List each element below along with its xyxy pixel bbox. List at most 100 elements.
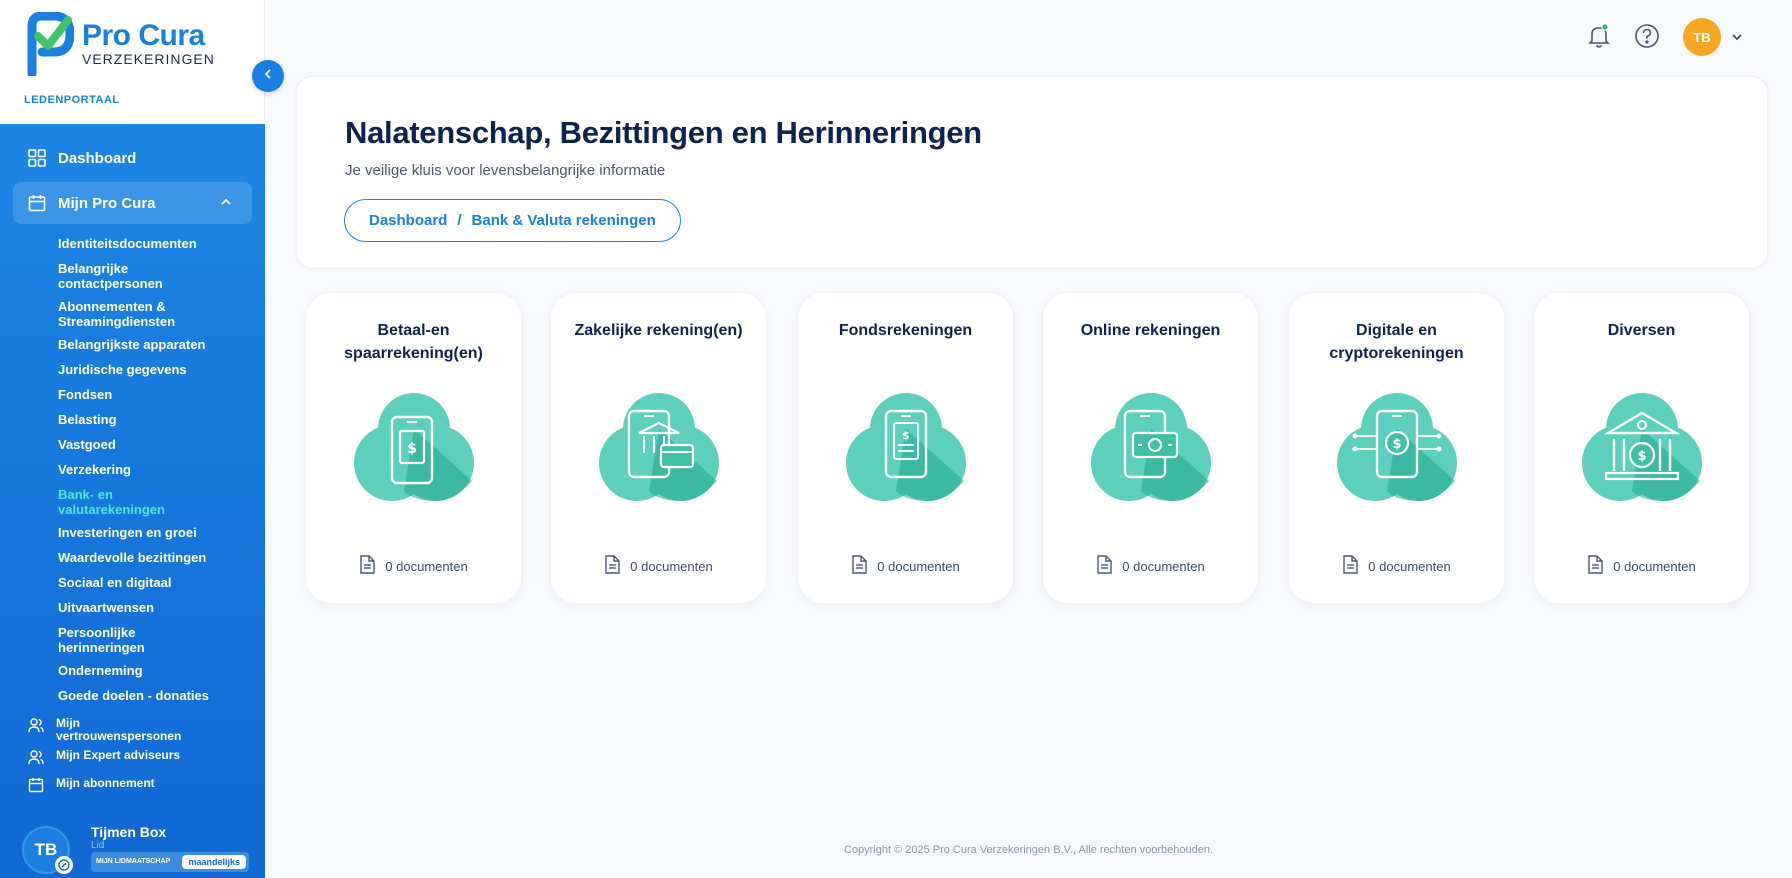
sidebar-item-belasting[interactable]: Belasting [58,408,265,433]
sidebar-sub-list: Identiteitsdocumenten Belangrijke contact… [0,232,265,709]
card-title: Online rekeningen [1080,322,1221,339]
card-document-count: 0 documenten [798,555,1013,577]
card-digitale-cryptorekeningen[interactable]: Digitale en cryptorekeningen $ 0 documen… [1288,292,1505,604]
users-icon [28,717,44,733]
document-icon [851,555,867,577]
sidebar-item-investeringen[interactable]: Investeringen en groei [58,521,265,546]
card-title: Betaal-en spaarrekening(en) [344,322,483,362]
card-fondsrekeningen[interactable]: Fondsrekeningen $ 0 documenten [797,292,1014,604]
portal-label: LEDENPORTAAL [24,94,120,106]
sidebar-item-abonnement[interactable]: Mijn abonnement [0,777,265,799]
card-document-count: 0 documenten [306,555,521,577]
sidebar-item-mijn-pro-cura[interactable]: Mijn Pro Cura [13,182,252,224]
card-document-count: 0 documenten [551,555,766,577]
calendar-icon [28,777,44,793]
logo-mark-icon [26,11,75,79]
sidebar-item-goede-doelen[interactable]: Goede doelen - donaties [58,684,265,709]
sidebar-header: Pro Cura VERZEKERINGEN LEDENPORTAAL [0,0,265,124]
bell-icon[interactable] [1585,22,1613,50]
document-count-label: 0 documenten [385,558,468,574]
card-document-count: 0 documenten [1043,555,1258,577]
sidebar-item-dashboard[interactable]: Dashboard [0,138,265,178]
user-panel[interactable]: TB Tijmen Box Lid MIJN LIDMAATSCHAP maan… [0,818,265,878]
page-title: Nalatenschap, Bezittingen en Herinnering… [345,115,982,150]
card-title: Diversen [1607,322,1676,339]
sidebar-nav: Dashboard Mijn Pro Cura Identiteitsdocum… [0,124,265,799]
document-count-label: 0 documenten [1122,558,1205,574]
svg-text:$: $ [1637,449,1646,464]
svg-text:$: $ [407,441,417,457]
user-role: Lid [91,840,105,851]
collapse-sidebar-button[interactable] [252,60,284,92]
card-title: Zakelijke rekening(en) [574,322,743,339]
sidebar-item-verzekering[interactable]: Verzekering [58,458,265,483]
topbar: TB [265,0,1792,74]
sidebar-item-vastgoed[interactable]: Vastgoed [58,433,265,458]
brand-subtitle: VERZEKERINGEN [82,51,215,67]
card-online-rekeningen[interactable]: Online rekeningen 0 documenten [1042,292,1259,604]
sidebar-item-fondsen[interactable]: Fondsen [58,383,265,408]
sidebar-item-persoonlijke-herinneringen[interactable]: Persoonlijke herinneringen [58,621,188,659]
phone-invoice-icon: $ [836,381,976,521]
sidebar-item-sociaal-digitaal[interactable]: Sociaal en digitaal [58,571,265,596]
chevron-down-icon[interactable] [1731,30,1743,48]
membership-badge: MIJN LIDMAATSCHAP maandelijks [91,852,249,872]
chevron-up-icon[interactable] [220,195,232,212]
breadcrumb-current[interactable]: Bank & Valuta rekeningen [472,212,656,229]
sidebar-item-bank-valutarekeningen[interactable]: Bank- en valutarekeningen [58,483,188,521]
phone-safe-icon: $ [344,381,484,521]
membership-label: MIJN LIDMAATSCHAP [96,858,171,865]
user-avatar-button[interactable]: TB [1683,18,1721,56]
page-header-card: Nalatenschap, Bezittingen en Herinnering… [296,76,1768,268]
category-cards: Betaal-en spaarrekening(en) $ 0 document… [305,292,1750,604]
calendar-icon [28,194,46,212]
phone-bank-card-icon [589,381,729,521]
sidebar-item-waardevolle-bezittingen[interactable]: Waardevolle bezittingen [58,546,265,571]
sidebar-item-label: Dashboard [58,149,137,167]
sidebar-item-apparaten[interactable]: Belangrijkste apparaten [58,333,265,358]
card-betaal-spaarrekening[interactable]: Betaal-en spaarrekening(en) $ 0 document… [305,292,522,604]
sidebar-item-label: Mijn Pro Cura [58,194,156,212]
page-subtitle: Je veilige kluis voor levensbelangrijke … [345,162,666,179]
card-document-count: 0 documenten [1289,555,1504,577]
bank-building-icon: $ [1572,381,1712,521]
card-title: Digitale en cryptorekeningen [1329,322,1464,362]
document-count-label: 0 documenten [630,558,713,574]
document-count-label: 0 documenten [877,558,960,574]
breadcrumb-dashboard[interactable]: Dashboard [369,212,447,229]
sidebar-item-contactpersonen[interactable]: Belangrijke contactpersonen [58,257,188,295]
sidebar-item-label: Mijn Expert adviseurs [56,748,181,762]
sidebar-item-identiteitsdocumenten[interactable]: Identiteitsdocumenten [58,232,265,257]
sidebar-item-abonnementen[interactable]: Abonnementen & Streamingdiensten [58,295,188,333]
document-count-label: 0 documenten [1613,558,1696,574]
sidebar-item-onderneming[interactable]: Onderneming [58,659,265,684]
sidebar-item-label: Mijn vertrouwenspersonen [56,716,182,743]
edit-icon[interactable] [55,856,73,874]
document-count-label: 0 documenten [1368,558,1451,574]
document-icon [1587,555,1603,577]
sidebar: Pro Cura VERZEKERINGEN LEDENPORTAAL Dash… [0,0,265,878]
sidebar-item-label: Mijn abonnement [56,776,155,790]
sidebar-item-uitvaartwensen[interactable]: Uitvaartwensen [58,596,265,621]
brand-title: Pro Cura [82,19,205,52]
breadcrumb-separator: / [457,212,462,229]
sidebar-item-vertrouwenspersonen[interactable]: Mijn vertrouwenspersonen [0,717,265,743]
card-diversen[interactable]: Diversen $ 0 documenten [1533,292,1750,604]
grid-icon [28,149,46,167]
document-icon [359,555,375,577]
card-title: Fondsrekeningen [838,322,973,339]
document-icon [1342,555,1358,577]
help-icon[interactable] [1633,22,1661,50]
membership-value: maandelijks [182,855,246,869]
user-name: Tijmen Box [91,824,167,840]
card-zakelijke-rekening[interactable]: Zakelijke rekening(en) 0 documenten [550,292,767,604]
sidebar-item-juridische-gegevens[interactable]: Juridische gegevens [58,358,265,383]
document-icon [1096,555,1112,577]
card-document-count: 0 documenten [1534,555,1749,577]
phone-crypto-icon: $ [1327,381,1467,521]
users-icon [28,749,44,765]
sidebar-item-expert-adviseurs[interactable]: Mijn Expert adviseurs [0,749,265,771]
svg-text:$: $ [902,429,910,442]
svg-text:$: $ [1392,437,1401,452]
logo[interactable]: Pro Cura VERZEKERINGEN [26,11,215,79]
